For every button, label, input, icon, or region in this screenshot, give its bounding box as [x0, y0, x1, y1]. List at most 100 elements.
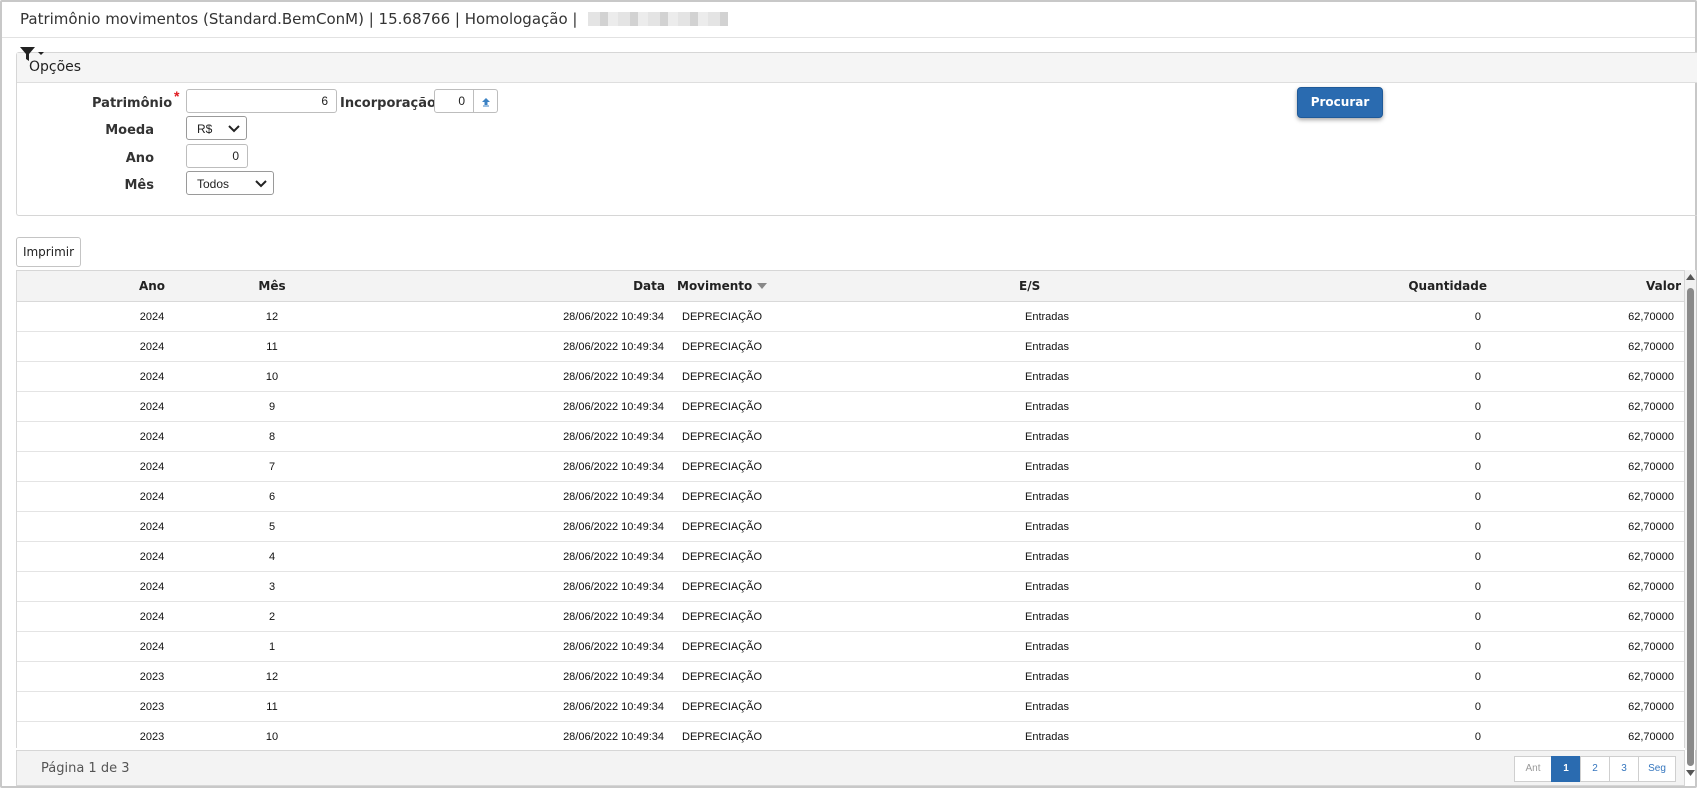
- cell-data: 28/06/2022 10:49:34: [563, 671, 664, 683]
- cell-quantidade: 0: [1474, 641, 1481, 653]
- cell-es: Entradas: [1025, 671, 1070, 683]
- incorporacao-step-button[interactable]: [474, 89, 498, 113]
- pagination-page-3[interactable]: 3: [1609, 756, 1639, 782]
- cell-ano: 2023: [139, 671, 165, 683]
- patrimonio-input[interactable]: 6: [186, 89, 337, 113]
- filter-dropdown-icon[interactable]: [18, 44, 46, 64]
- column-header-valor[interactable]: Valor: [1557, 279, 1681, 293]
- grid-body: 2024 12 28/06/2022 10:49:34 DEPRECIAÇÃO Entr…: [17, 302, 1684, 748]
- table-row[interactable]: 2023 10 28/06/2022 10:49:34 DEPRECIAÇÃO Entr…: [17, 722, 1684, 748]
- cell-ano: 2024: [139, 341, 165, 353]
- cell-mes: 1: [268, 641, 276, 653]
- table-row[interactable]: 2024 1 28/06/2022 10:49:34 DEPRECIAÇÃO Entra…: [17, 632, 1684, 662]
- cell-es: Entradas: [1025, 521, 1070, 533]
- search-button[interactable]: Procurar: [1297, 87, 1383, 118]
- table-row[interactable]: 2024 11 28/06/2022 10:49:34 DEPRECIAÇÃO Entr…: [17, 332, 1684, 362]
- cell-valor: 62,70000: [1628, 731, 1674, 743]
- table-row[interactable]: 2024 4 28/06/2022 10:49:34 DEPRECIAÇÃO Entra…: [17, 542, 1684, 572]
- cell-quantidade: 0: [1474, 701, 1481, 713]
- table-row[interactable]: 2024 7 28/06/2022 10:49:34 DEPRECIAÇÃO Entra…: [17, 452, 1684, 482]
- movements-grid: Ano Mês Data Movimento E/S Quantidade Va…: [16, 270, 1685, 748]
- table-row[interactable]: 2023 12 28/06/2022 10:49:34 DEPRECIAÇÃO Entr…: [17, 662, 1684, 692]
- cell-quantidade: 0: [1474, 581, 1481, 593]
- cell-data: 28/06/2022 10:49:34: [563, 641, 664, 653]
- cell-mes: 11: [266, 701, 278, 713]
- cell-data: 28/06/2022 10:49:34: [563, 581, 664, 593]
- table-row[interactable]: 2023 11 28/06/2022 10:49:34 DEPRECIAÇÃO Entr…: [17, 692, 1684, 722]
- cell-valor: 62,70000: [1628, 461, 1674, 473]
- grid-header: Ano Mês Data Movimento E/S Quantidade Va…: [17, 271, 1684, 302]
- cell-mes: 7: [268, 461, 276, 473]
- mes-select[interactable]: Todos: [186, 171, 274, 195]
- cell-ano: 2023: [139, 701, 165, 713]
- column-header-quantidade[interactable]: Quantidade: [1317, 279, 1487, 293]
- table-row[interactable]: 2024 3 28/06/2022 10:49:34 DEPRECIAÇÃO Entra…: [17, 572, 1684, 602]
- table-row[interactable]: 2024 6 28/06/2022 10:49:34 DEPRECIAÇÃO Entra…: [17, 482, 1684, 512]
- grid-footer: Página 1 de 3 Ant 1 2 3 Seg: [16, 750, 1685, 786]
- cell-quantidade: 0: [1474, 341, 1481, 353]
- cell-ano: 2024: [139, 581, 165, 593]
- column-header-mes[interactable]: Mês: [252, 279, 292, 293]
- cell-data: 28/06/2022 10:49:34: [563, 401, 664, 413]
- column-header-es[interactable]: E/S: [1019, 279, 1040, 293]
- table-row[interactable]: 2024 10 28/06/2022 10:49:34 DEPRECIAÇÃO Entr…: [17, 362, 1684, 392]
- pagination-page-1[interactable]: 1: [1551, 756, 1581, 782]
- pagination-next[interactable]: Seg: [1638, 756, 1676, 782]
- options-panel-title: Opções: [17, 53, 1697, 83]
- cell-quantidade: 0: [1474, 671, 1481, 683]
- cell-movimento: DEPRECIAÇÃO: [682, 611, 763, 623]
- window-title: Patrimônio movimentos (Standard.BemConM)…: [20, 10, 578, 28]
- moeda-select[interactable]: R$: [186, 116, 247, 140]
- cell-valor: 62,70000: [1628, 371, 1674, 383]
- column-header-ano[interactable]: Ano: [132, 279, 172, 293]
- cell-valor: 62,70000: [1628, 431, 1674, 443]
- cell-data: 28/06/2022 10:49:34: [563, 371, 664, 383]
- cell-mes: 3: [268, 581, 276, 593]
- table-row[interactable]: 2024 9 28/06/2022 10:49:34 DEPRECIAÇÃO Entra…: [17, 392, 1684, 422]
- scroll-up-arrow-icon[interactable]: [1686, 274, 1695, 280]
- mes-select-value: Todos: [197, 177, 230, 191]
- cell-data: 28/06/2022 10:49:34: [563, 611, 664, 623]
- cell-quantidade: 0: [1474, 611, 1481, 623]
- cell-quantidade: 0: [1474, 431, 1481, 443]
- cell-es: Entradas: [1025, 701, 1070, 713]
- cell-data: 28/06/2022 10:49:34: [563, 311, 664, 323]
- cell-valor: 62,70000: [1628, 701, 1674, 713]
- column-header-movimento[interactable]: Movimento: [677, 279, 752, 293]
- cell-es: Entradas: [1025, 371, 1070, 383]
- cell-es: Entradas: [1025, 431, 1070, 443]
- cell-ano: 2024: [139, 491, 165, 503]
- scrollbar-thumb[interactable]: [1687, 288, 1694, 766]
- cell-valor: 62,70000: [1628, 401, 1674, 413]
- table-row[interactable]: 2024 8 28/06/2022 10:49:34 DEPRECIAÇÃO Entra…: [17, 422, 1684, 452]
- cell-mes: 2: [268, 611, 276, 623]
- scroll-down-arrow-icon[interactable]: [1686, 770, 1695, 776]
- table-row[interactable]: 2024 12 28/06/2022 10:49:34 DEPRECIAÇÃO Entr…: [17, 302, 1684, 332]
- sort-desc-icon[interactable]: [757, 283, 767, 289]
- cell-es: Entradas: [1025, 731, 1070, 743]
- cell-ano: 2024: [139, 461, 165, 473]
- cell-ano: 2024: [139, 311, 165, 323]
- cell-movimento: DEPRECIAÇÃO: [682, 701, 763, 713]
- ano-input[interactable]: 0: [186, 144, 248, 168]
- cell-valor: 62,70000: [1628, 311, 1674, 323]
- cell-quantidade: 0: [1474, 401, 1481, 413]
- pagination-page-2[interactable]: 2: [1580, 756, 1610, 782]
- cell-movimento: DEPRECIAÇÃO: [682, 581, 763, 593]
- print-button[interactable]: Imprimir: [16, 237, 81, 267]
- cell-es: Entradas: [1025, 311, 1070, 323]
- cell-movimento: DEPRECIAÇÃO: [682, 731, 763, 743]
- table-row[interactable]: 2024 2 28/06/2022 10:49:34 DEPRECIAÇÃO Entra…: [17, 602, 1684, 632]
- cell-valor: 62,70000: [1628, 611, 1674, 623]
- incorporacao-input[interactable]: 0: [434, 89, 474, 113]
- cell-es: Entradas: [1025, 401, 1070, 413]
- cell-quantidade: 0: [1474, 371, 1481, 383]
- cell-movimento: DEPRECIAÇÃO: [682, 311, 763, 323]
- cell-es: Entradas: [1025, 581, 1070, 593]
- column-header-data[interactable]: Data: [577, 279, 665, 293]
- cell-mes: 12: [265, 311, 279, 323]
- cell-movimento: DEPRECIAÇÃO: [682, 431, 763, 443]
- cell-es: Entradas: [1025, 611, 1070, 623]
- table-row[interactable]: 2024 5 28/06/2022 10:49:34 DEPRECIAÇÃO Entra…: [17, 512, 1684, 542]
- pagination-prev: Ant: [1514, 756, 1552, 782]
